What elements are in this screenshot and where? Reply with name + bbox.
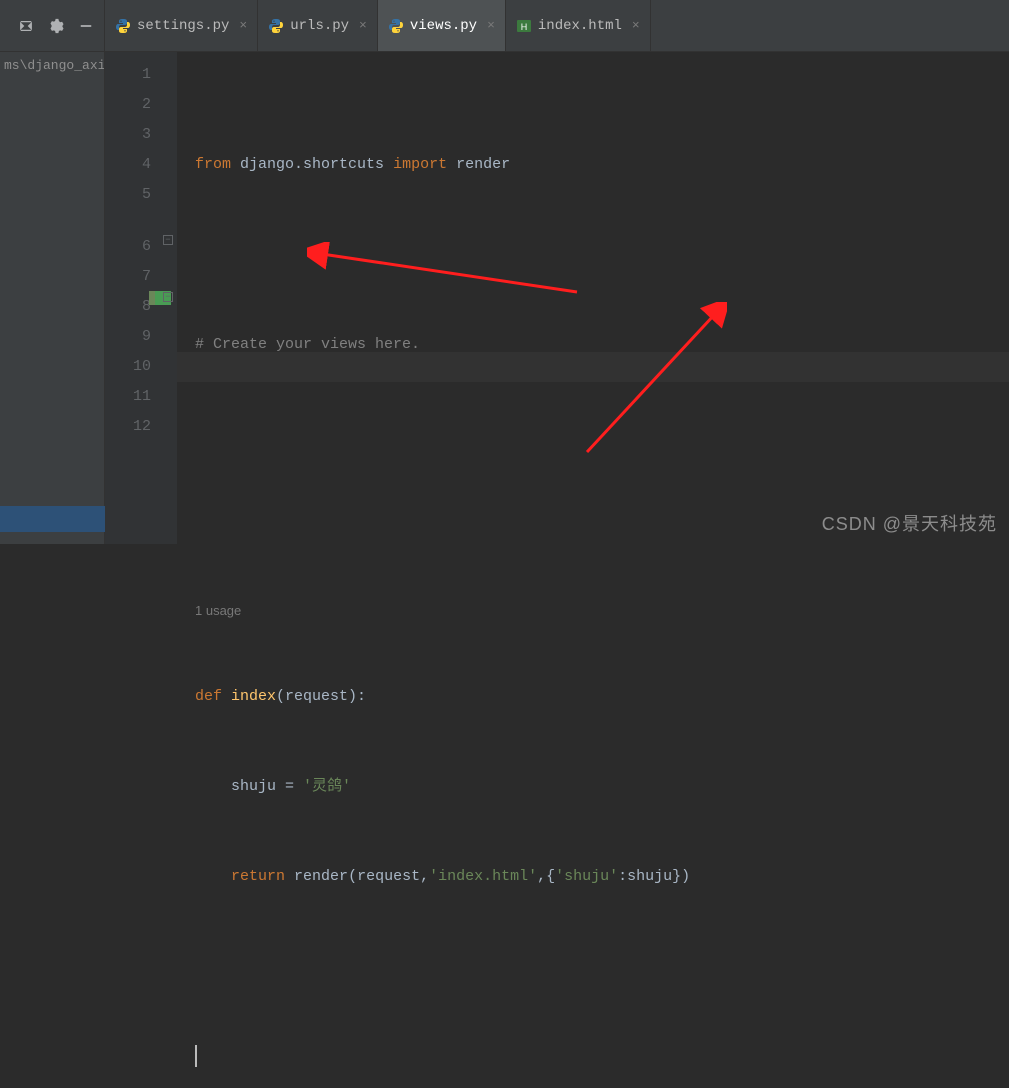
line-number: 2 xyxy=(105,90,151,120)
tab-settings-py[interactable]: settings.py × xyxy=(105,0,258,51)
code-line xyxy=(195,1042,1009,1072)
svg-text:H: H xyxy=(521,22,528,32)
line-number: 1 xyxy=(105,60,151,90)
html-file-icon: H xyxy=(516,18,532,34)
line-number: 6 xyxy=(105,232,151,262)
python-file-icon xyxy=(268,18,284,34)
collapse-icon[interactable] xyxy=(18,18,34,34)
tab-label: views.py xyxy=(410,18,477,34)
breadcrumb-text: ms\django_axic xyxy=(4,58,105,73)
line-number: 5 xyxy=(105,180,151,210)
code-line: from django.shortcuts import render xyxy=(195,150,1009,180)
tab-urls-py[interactable]: urls.py × xyxy=(258,0,378,51)
tab-index-html[interactable]: H index.html × xyxy=(506,0,651,51)
line-number: 12 xyxy=(105,412,151,442)
line-number: 8 xyxy=(105,292,151,322)
line-number: 10 xyxy=(105,352,151,382)
editor[interactable]: 1 2 3 4 5 6 7 8 9 10 11 12 − − from djan… xyxy=(105,52,1009,544)
caret xyxy=(195,1045,197,1067)
top-bar: settings.py × urls.py × views.py × H ind… xyxy=(0,0,1009,52)
code-line: return render(request,'index.html',{'shu… xyxy=(195,862,1009,892)
fold-icon[interactable]: − xyxy=(163,292,173,302)
code-line xyxy=(195,240,1009,270)
code-line xyxy=(195,420,1009,450)
tab-label: index.html xyxy=(538,18,622,34)
python-file-icon xyxy=(388,18,404,34)
line-number: 7 xyxy=(105,262,151,292)
code-line: shuju = '灵鸽' xyxy=(195,772,1009,802)
tab-label: urls.py xyxy=(290,18,349,34)
tool-window-stripe[interactable] xyxy=(0,506,105,532)
hide-icon[interactable] xyxy=(78,18,94,34)
python-file-icon xyxy=(115,18,131,34)
code-line: def index(request): xyxy=(195,682,1009,712)
tab-label: settings.py xyxy=(137,18,229,34)
gear-icon[interactable] xyxy=(48,18,64,34)
code-area[interactable]: from django.shortcuts import render # Cr… xyxy=(177,52,1009,544)
code-line xyxy=(195,952,1009,982)
editor-tabs: settings.py × urls.py × views.py × H ind… xyxy=(105,0,1009,51)
editor-area: ms\django_axic 1 2 3 4 5 6 7 8 9 10 11 1… xyxy=(0,52,1009,544)
close-icon[interactable]: × xyxy=(239,18,247,33)
line-number: 3 xyxy=(105,120,151,150)
line-number: 11 xyxy=(105,382,151,412)
close-icon[interactable]: × xyxy=(632,18,640,33)
close-icon[interactable]: × xyxy=(487,18,495,33)
usage-hint[interactable]: 1 usage xyxy=(195,600,1009,622)
fold-icon[interactable]: − xyxy=(163,235,173,245)
close-icon[interactable]: × xyxy=(359,18,367,33)
current-line-highlight xyxy=(177,352,1009,382)
line-number: 9 xyxy=(105,322,151,352)
gutter: 1 2 3 4 5 6 7 8 9 10 11 12 − − xyxy=(105,52,177,544)
tab-views-py[interactable]: views.py × xyxy=(378,0,506,51)
line-number: 4 xyxy=(105,150,151,180)
code-line xyxy=(195,510,1009,540)
toolbar-left xyxy=(0,0,105,51)
breadcrumb[interactable]: ms\django_axic xyxy=(0,52,105,544)
